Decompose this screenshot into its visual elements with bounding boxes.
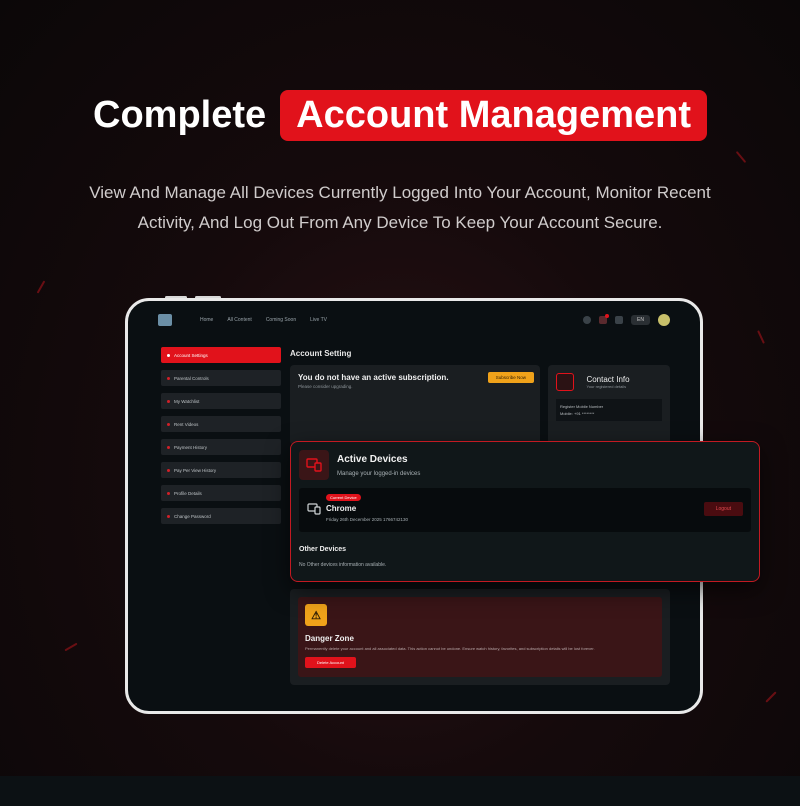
hero-title-highlight: Account Management — [280, 90, 707, 141]
other-devices-title: Other Devices — [299, 546, 347, 553]
page-title: Account Setting — [290, 349, 352, 358]
sidebar-item-payment-history[interactable]: Payment History — [161, 439, 281, 455]
bullet-icon — [167, 376, 170, 380]
contact-row: Register Mobile Number Mobile: +91 *****… — [556, 399, 662, 422]
contact-row-label: Register Mobile Number — [560, 404, 604, 410]
decorative-spark — [36, 280, 46, 294]
sidebar-item-label: Change Password — [174, 513, 211, 519]
bottom-band — [0, 776, 800, 806]
active-devices-title: Active Devices — [337, 454, 408, 465]
hero-subtitle: View And Manage All Devices Currently Lo… — [89, 183, 711, 232]
profile-icon[interactable] — [615, 316, 624, 324]
current-device-badge: Current Device — [326, 494, 361, 501]
decorative-spark — [765, 691, 777, 703]
active-devices-panel: Active Devices Manage your logged-in dev… — [290, 441, 760, 582]
bullet-icon — [167, 491, 170, 495]
avatar[interactable] — [658, 314, 670, 326]
warning-icon: ⚠ — [305, 604, 327, 626]
device-name: Chrome — [326, 504, 357, 513]
sidebar-item-label: Pay Per View History — [174, 467, 217, 473]
delete-account-button[interactable]: Delete Account — [305, 657, 356, 668]
subscription-note: Please consider upgrading. — [298, 384, 353, 389]
language-selector[interactable]: EN — [631, 315, 650, 325]
bullet-icon — [167, 353, 170, 357]
contact-row-value: Mobile: +91 ******** — [560, 411, 595, 417]
sidebar-item-watchlist[interactable]: My Watchlist — [161, 393, 281, 409]
nav-link-live-tv[interactable]: Live TV — [310, 317, 327, 323]
devices-icon — [299, 450, 329, 480]
decorative-spark — [64, 642, 78, 652]
sidebar-item-label: Rent Videos — [174, 421, 199, 427]
phone-icon — [556, 373, 574, 391]
nav-link-all-content[interactable]: All Content — [227, 317, 251, 323]
app-logo[interactable] — [158, 314, 172, 326]
hero-title: Complete Account Management — [0, 90, 800, 141]
bullet-icon — [167, 468, 170, 472]
subscribe-button[interactable]: Subscribe Now — [487, 372, 534, 383]
sidebar: Account Settings Parental Controls My Wa… — [161, 347, 281, 531]
sidebar-item-label: Payment History — [174, 444, 208, 450]
sidebar-item-label: Profile Details — [174, 490, 202, 496]
decorative-spark — [757, 330, 765, 344]
sidebar-item-profile-details[interactable]: Profile Details — [161, 485, 281, 501]
bullet-icon — [167, 445, 170, 449]
sidebar-item-parental-controls[interactable]: Parental Controls — [161, 370, 281, 386]
contact-title: Contact Info — [586, 375, 630, 384]
bell-icon[interactable] — [599, 314, 610, 324]
bullet-icon — [167, 399, 170, 403]
decorative-spark — [735, 150, 747, 164]
sidebar-item-account-settings[interactable]: Account Settings — [161, 347, 281, 363]
nav-link-coming-soon[interactable]: Coming Soon — [266, 317, 296, 323]
sidebar-item-label: Parental Controls — [174, 375, 209, 381]
sidebar-item-label: Account Settings — [174, 352, 208, 358]
subscription-card: You do not have an active subscription. … — [290, 365, 540, 445]
sidebar-item-rent-videos[interactable]: Rent Videos — [161, 416, 281, 432]
device-row: Current Device Chrome Friday 26th Decemb… — [299, 488, 751, 532]
bullet-icon — [167, 514, 170, 518]
sidebar-item-change-password[interactable]: Change Password — [161, 508, 281, 524]
sidebar-item-ppv-history[interactable]: Pay Per View History — [161, 462, 281, 478]
top-nav: Home All Content Coming Soon Live TV EN — [128, 301, 700, 339]
danger-title: Danger Zone — [305, 634, 354, 643]
monitor-icon — [307, 502, 321, 520]
logout-button[interactable]: Logout — [703, 502, 743, 516]
hero-title-plain: Complete — [93, 94, 267, 136]
bullet-icon — [167, 422, 170, 426]
contact-card: Contact Info Your registered details Reg… — [548, 365, 670, 445]
nav-link-home[interactable]: Home — [200, 317, 213, 323]
device-time: Friday 26th December 2025 1766742130 — [326, 517, 409, 522]
contact-subtitle: Your registered details — [586, 384, 627, 389]
active-devices-subtitle: Manage your logged-in devices — [337, 471, 421, 477]
danger-text: Permanently delete your account and all … — [305, 646, 595, 651]
danger-zone-card: ⚠ Danger Zone Permanently delete your ac… — [290, 589, 670, 685]
search-icon[interactable] — [583, 316, 592, 324]
sidebar-item-label: My Watchlist — [174, 398, 200, 404]
other-devices-note: No Other devices information available. — [299, 562, 387, 568]
